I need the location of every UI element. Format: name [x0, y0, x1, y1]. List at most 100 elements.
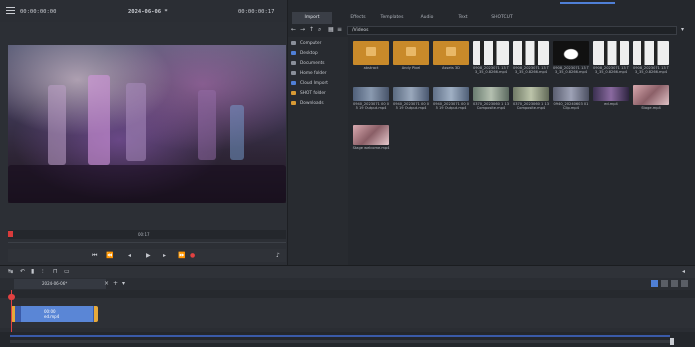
- snap-icon[interactable]: ⊓: [53, 269, 58, 275]
- monitor-header: 00:00:00:00 2024-06-06 * 00:00:00:17: [0, 0, 287, 22]
- video-thumbnail: [473, 87, 509, 101]
- panel-accent-bar: [560, 2, 615, 4]
- file-item[interactable]: abstract: [352, 41, 390, 70]
- search-icon[interactable]: ⌕: [318, 27, 321, 33]
- tab-audio[interactable]: Audio: [412, 12, 442, 24]
- monitor-playhead-marker[interactable]: [8, 231, 13, 237]
- view-grid-icon[interactable]: ▦: [328, 27, 334, 33]
- tab-effects[interactable]: Effects: [340, 12, 376, 24]
- timeline-scrollbar-area: [0, 332, 695, 347]
- view-list-icon[interactable]: ≡: [337, 27, 342, 33]
- sidebar-item-home[interactable]: Home folder: [291, 70, 327, 78]
- video-thumbnail: [393, 87, 429, 101]
- home-icon: [291, 70, 296, 75]
- file-item[interactable]: Stage welcome.mp4: [352, 125, 390, 150]
- clip-name: ed.mp4: [44, 314, 60, 319]
- chevron-down-icon[interactable]: ▾: [681, 27, 684, 33]
- file-item[interactable]: 0908_2023071 13 T3_35_0.8266.mp4: [512, 41, 550, 74]
- sidebar-item-computer[interactable]: Computer: [291, 40, 321, 48]
- zoom-slider-handle[interactable]: [670, 338, 674, 345]
- tab-shotcut[interactable]: SHOTCUT: [484, 12, 520, 24]
- divider: [8, 242, 286, 243]
- file-item[interactable]: Stage.mp4: [632, 85, 670, 110]
- clip-label: 00:00 ed.mp4: [44, 309, 59, 319]
- file-item[interactable]: 0940_2023071 00 05 19 Output.mp4: [392, 87, 430, 110]
- sidebar-item-downloads[interactable]: Downloads: [291, 100, 324, 108]
- view-mode-1-icon[interactable]: [651, 280, 658, 287]
- step-back-icon[interactable]: ◂: [128, 253, 131, 259]
- tab-import[interactable]: Import: [292, 12, 332, 24]
- add-tab-icon[interactable]: +: [113, 281, 118, 287]
- view-mode-4-icon[interactable]: [681, 280, 688, 287]
- file-item[interactable]: 0908_2023071 13 T3_35_0.8266.mp4: [472, 41, 510, 74]
- sidebar-item-documents[interactable]: Documents: [291, 60, 325, 68]
- tab-sequence[interactable]: 2024-06-06*: [14, 279, 106, 289]
- horizontal-scrollbar[interactable]: [10, 340, 670, 343]
- places-sidebar: Computer Desktop Documents Home folder C…: [288, 37, 348, 265]
- file-item[interactable]: 0908_2023071 13 T3_35_0.8266.mp4: [552, 41, 590, 74]
- video-thumbnail: [593, 87, 629, 101]
- timeline-tabs: 2024-06-06* × + ▾: [0, 278, 695, 290]
- file-item[interactable]: 0940_2023071 00 05 19 Output.mp4: [432, 87, 470, 110]
- file-item[interactable]: Andy Pixel: [392, 41, 430, 70]
- close-tab-icon[interactable]: ×: [104, 281, 109, 287]
- file-item[interactable]: 0370_2023060 1 13 Composite.mp4: [472, 87, 510, 110]
- sidebar-item-desktop[interactable]: Desktop: [291, 50, 318, 58]
- split-icon[interactable]: ⫶: [42, 269, 44, 275]
- ruler-time-label: 00:17: [138, 232, 150, 237]
- volume-icon[interactable]: ♪: [276, 253, 280, 259]
- view-mode-2-icon[interactable]: [661, 280, 668, 287]
- sidebar-item-shot-folder[interactable]: SHOT folder: [291, 90, 326, 98]
- video-thumbnail: [553, 41, 589, 65]
- library-tabs: Import Effects Templates Audio Text SHOT…: [288, 12, 695, 24]
- zoom-in-icon[interactable]: ◂: [682, 269, 685, 275]
- step-forward-icon[interactable]: ▸: [163, 253, 166, 259]
- rewind-icon[interactable]: ⏪: [106, 253, 113, 259]
- delete-icon[interactable]: ▮: [31, 269, 34, 275]
- timeline-ruler[interactable]: [0, 290, 695, 298]
- file-item[interactable]: Assets 3D: [432, 41, 470, 70]
- playhead-handle[interactable]: [8, 294, 15, 300]
- back-arrow-icon[interactable]: ←: [291, 27, 296, 33]
- video-thumbnail: [353, 125, 389, 145]
- tab-templates[interactable]: Templates: [374, 12, 410, 24]
- file-item[interactable]: 0908_2023071 13 T3_35_0.8266.mp4: [632, 41, 670, 74]
- skip-back-icon[interactable]: ⏮: [92, 253, 97, 259]
- play-icon[interactable]: ▶: [146, 253, 151, 259]
- video-thumbnail: [553, 87, 589, 101]
- file-item[interactable]: 0908_2023071 13 T3_35_0.8266.mp4: [592, 41, 630, 74]
- ripple-icon[interactable]: ↹: [8, 269, 13, 275]
- chevron-down-icon[interactable]: ▾: [122, 281, 125, 287]
- video-track[interactable]: [0, 298, 695, 328]
- file-grid: abstract Andy Pixel Assets 3D 0908_20230…: [350, 37, 695, 265]
- downloads-icon: [291, 100, 296, 105]
- timeline-toolbar: ↹ ↶ ▮ ⫶ ⊓ ▭ ◂: [0, 265, 695, 278]
- desktop-icon: [291, 50, 296, 55]
- sidebar-item-cloud[interactable]: Cloud Import: [291, 80, 328, 88]
- forward-arrow-icon[interactable]: →: [300, 27, 305, 33]
- record-icon[interactable]: ●: [190, 253, 195, 259]
- crop-icon[interactable]: ▭: [64, 269, 70, 275]
- tab-text[interactable]: Text: [448, 12, 478, 24]
- monitor-ruler[interactable]: 00:17: [8, 230, 286, 239]
- folder-icon: [393, 41, 429, 65]
- computer-icon: [291, 40, 296, 45]
- path-field[interactable]: /Videos: [347, 26, 677, 35]
- up-arrow-icon[interactable]: ↑: [309, 27, 314, 33]
- hamburger-menu-icon[interactable]: [6, 7, 15, 14]
- file-item[interactable]: 0370_2023060 1 13 Composite.mp4: [512, 87, 550, 110]
- fast-forward-icon[interactable]: ⏩: [178, 253, 185, 259]
- duration-timecode: 00:00:00:17: [238, 9, 275, 15]
- video-thumbnail: [353, 87, 389, 101]
- file-item[interactable]: ed.mp4: [592, 87, 630, 106]
- folder-icon: [291, 90, 296, 95]
- cloud-icon: [291, 80, 296, 85]
- file-item[interactable]: 0940_20240603 01 Clip.mp4: [552, 87, 590, 110]
- current-timecode: 00:00:00:00: [20, 9, 57, 15]
- video-preview[interactable]: [8, 45, 286, 203]
- file-item[interactable]: 0940_2023071 00 05 19 Output.mp4: [352, 87, 390, 110]
- video-thumbnail: [513, 41, 549, 65]
- view-mode-3-icon[interactable]: [671, 280, 678, 287]
- video-thumbnail: [433, 87, 469, 101]
- undo-icon[interactable]: ↶: [20, 269, 25, 275]
